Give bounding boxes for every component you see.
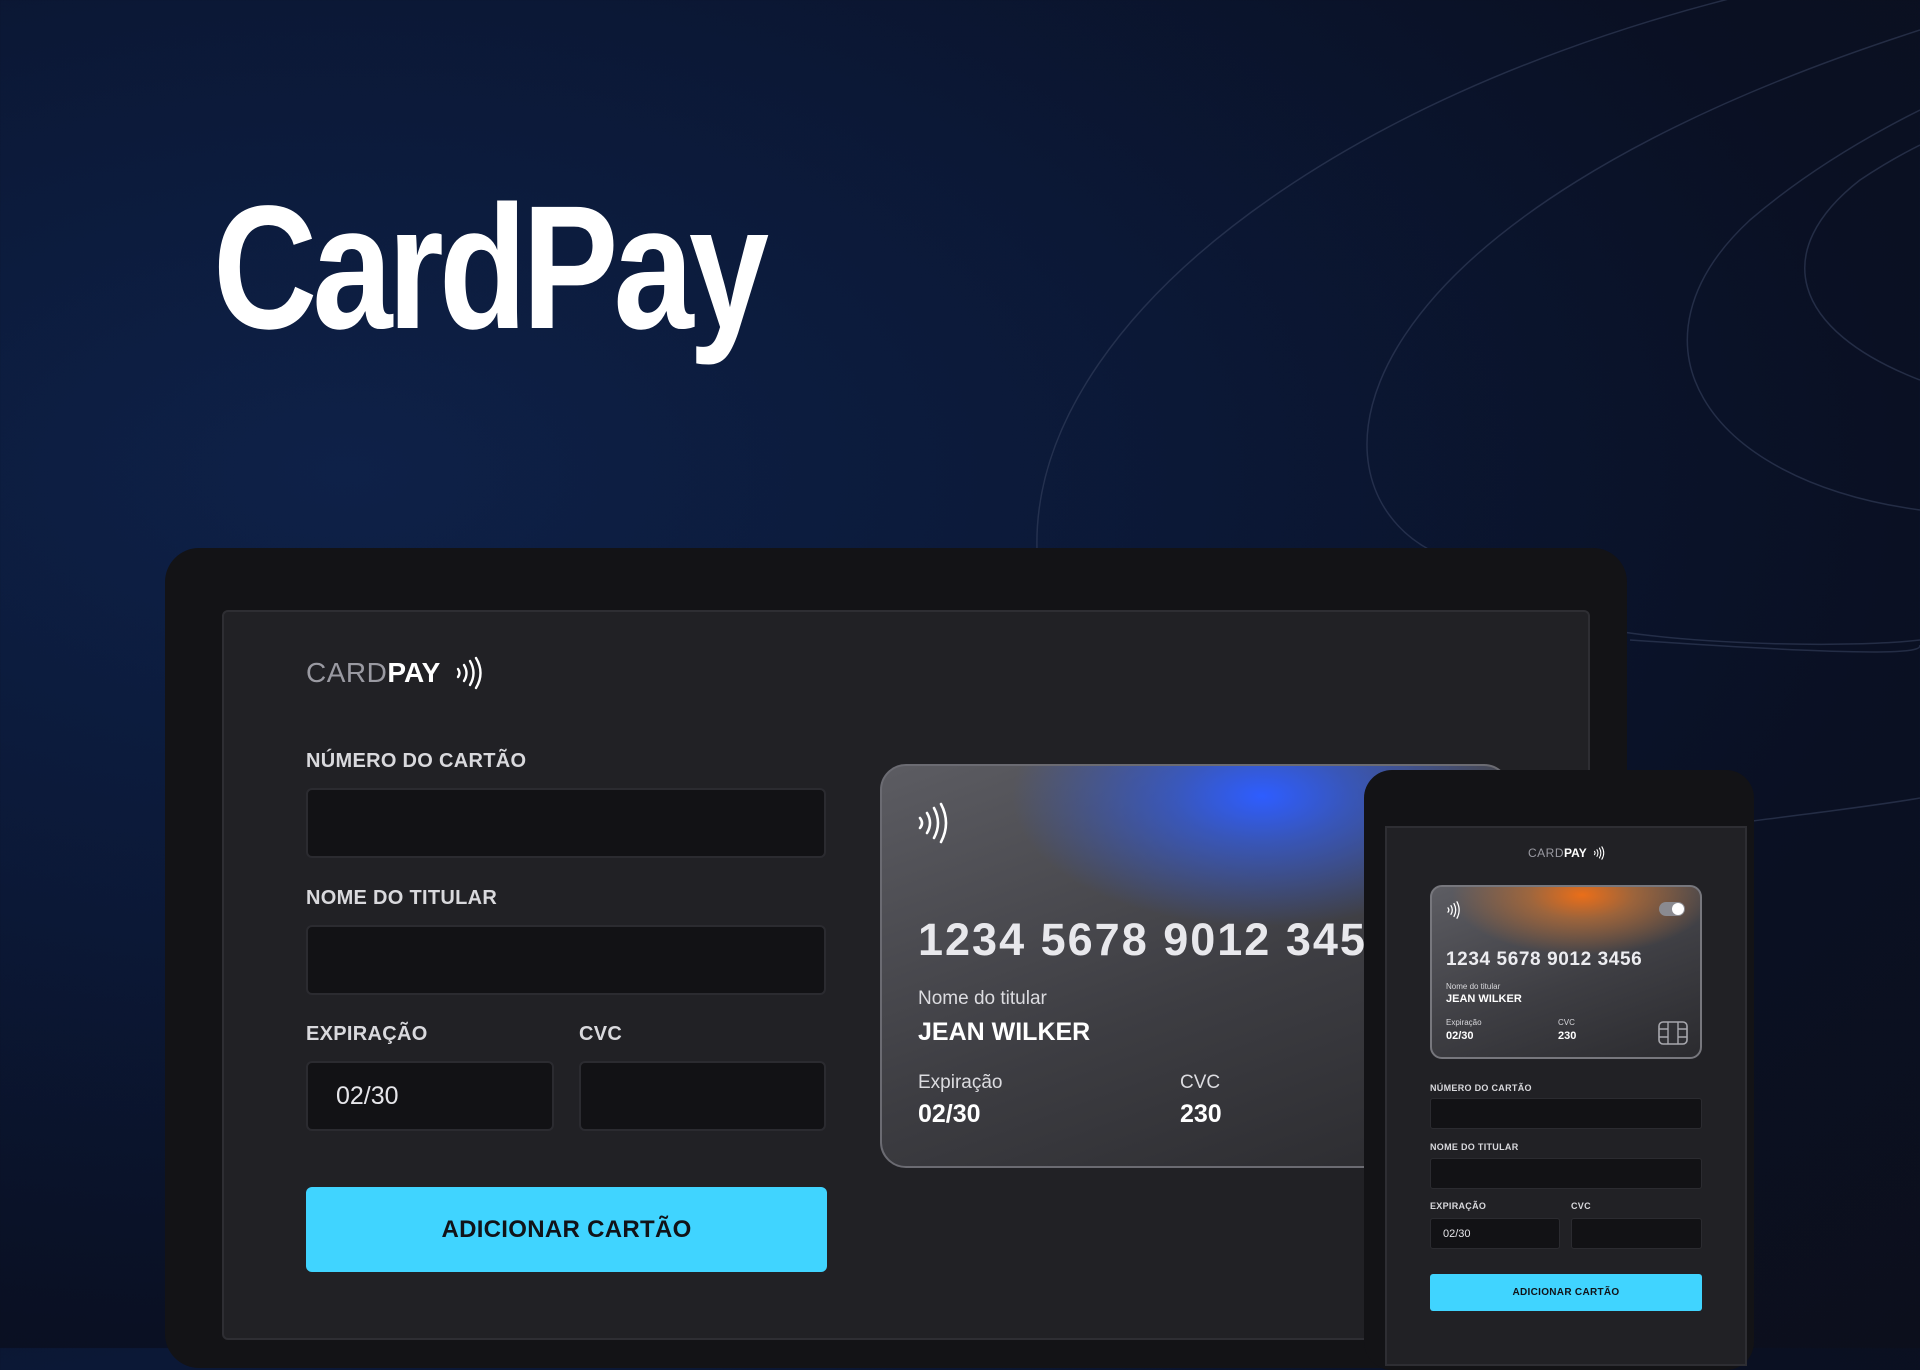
logo-card-text: CARD xyxy=(306,657,388,688)
mobile-expiration-label: EXPIRAÇÃO xyxy=(1430,1201,1487,1211)
mobile-logo: CARD PAY xyxy=(1528,846,1606,860)
toggle-icon[interactable] xyxy=(1659,902,1685,916)
cvc-display: 230 xyxy=(1558,1030,1577,1042)
mobile-card-number-label: NÚMERO DO CARTÃO xyxy=(1430,1083,1532,1093)
chip-icon xyxy=(1658,1021,1688,1045)
card-number-display: 1234 5678 9012 3456 xyxy=(1446,949,1643,970)
contactless-icon xyxy=(1593,846,1604,860)
cvc-label-display: CVC xyxy=(1180,1072,1221,1093)
holder-name-input[interactable] xyxy=(306,925,826,995)
contactless-icon xyxy=(1447,901,1460,919)
logo-pay-text: PAY xyxy=(387,657,441,688)
holder-label: Nome do titular xyxy=(918,988,1047,1009)
holder-name-label: NOME DO TITULAR xyxy=(306,887,498,909)
holder-label: Nome do titular xyxy=(1446,982,1501,991)
holder-name-display: JEAN WILKER xyxy=(918,1018,1091,1046)
mobile-holder-name-label: NOME DO TITULAR xyxy=(1430,1142,1519,1152)
hero-title: CardPay xyxy=(213,170,769,366)
logo-card-text: CARD xyxy=(1528,846,1565,860)
expiration-display: 02/30 xyxy=(1446,1030,1474,1042)
cvc-label: CVC xyxy=(579,1023,623,1045)
cvc-input[interactable] xyxy=(579,1061,826,1131)
card-number-input[interactable] xyxy=(306,788,826,858)
mobile-add-card-button[interactable]: ADICIONAR CARTÃO xyxy=(1430,1274,1702,1311)
mobile-cvc-input[interactable] xyxy=(1571,1218,1702,1249)
contactless-icon xyxy=(918,802,948,844)
logo-pay-text: PAY xyxy=(1564,846,1587,860)
expiration-label-display: Expiração xyxy=(1446,1018,1482,1027)
contactless-icon xyxy=(457,656,482,690)
mobile-expiration-input[interactable]: 02/30 xyxy=(1430,1218,1560,1249)
cvc-label-display: CVC xyxy=(1558,1018,1575,1027)
cvc-display: 230 xyxy=(1180,1100,1222,1128)
expiration-input[interactable]: 02/30 xyxy=(306,1061,554,1131)
expiration-display: 02/30 xyxy=(918,1100,981,1128)
holder-name-display: JEAN WILKER xyxy=(1446,993,1522,1005)
desktop-logo: CARD PAY xyxy=(306,656,486,690)
mobile-card-number-input[interactable] xyxy=(1430,1098,1702,1129)
expiration-label-display: Expiração xyxy=(918,1072,1003,1093)
mobile-holder-name-input[interactable] xyxy=(1430,1158,1702,1189)
mobile-cvc-label: CVC xyxy=(1571,1201,1591,1211)
card-number-display: 1234 5678 9012 345 xyxy=(918,914,1367,965)
expiration-label: EXPIRAÇÃO xyxy=(306,1023,428,1045)
card-number-label: NÚMERO DO CARTÃO xyxy=(306,750,527,772)
add-card-button[interactable]: ADICIONAR CARTÃO xyxy=(306,1187,827,1272)
